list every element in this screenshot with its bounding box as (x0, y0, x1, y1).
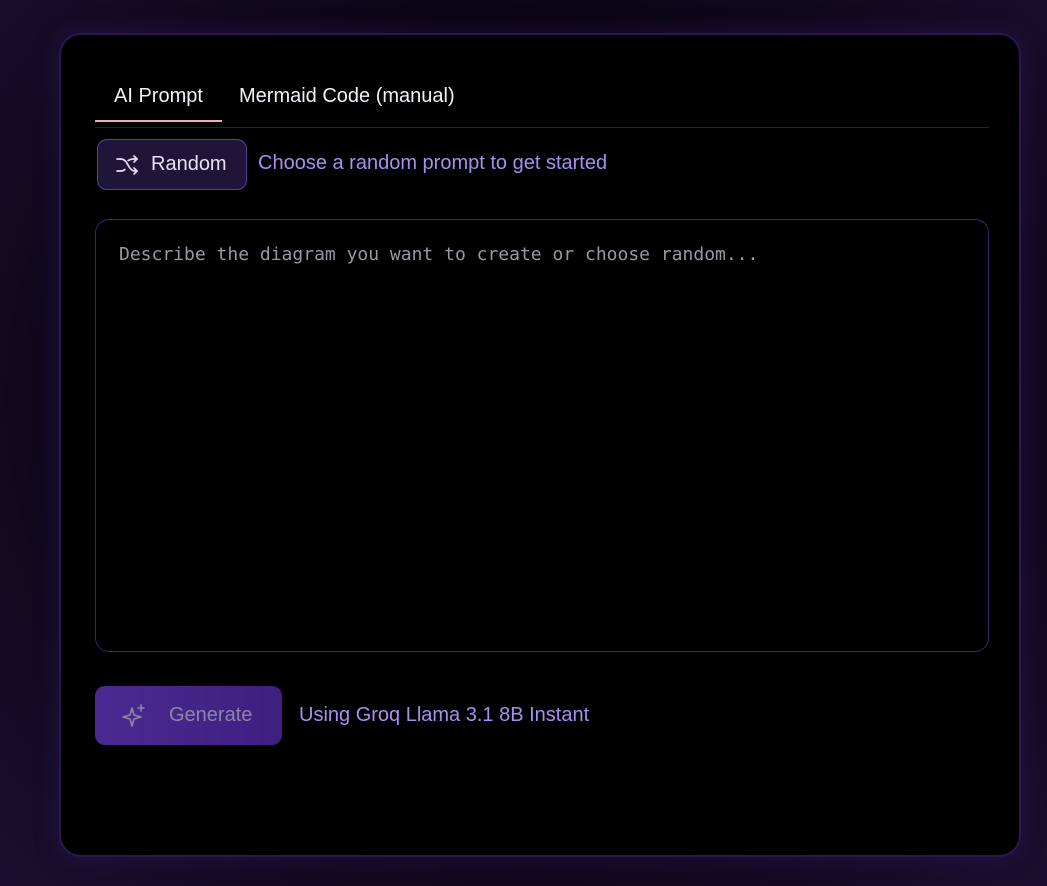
diagram-generator-panel: AI Prompt Mermaid Code (manual) Random C… (59, 33, 1021, 857)
tab-ai-prompt[interactable]: AI Prompt (114, 85, 203, 108)
tab-mermaid-code[interactable]: Mermaid Code (manual) (239, 85, 455, 108)
generate-button-label: Generate (169, 704, 253, 726)
tab-bar: AI Prompt Mermaid Code (manual) (95, 82, 989, 128)
random-button-label: Random (151, 153, 227, 175)
shuffle-icon (116, 155, 138, 175)
generate-button[interactable]: Generate (95, 686, 282, 745)
diagram-prompt-input[interactable] (95, 219, 989, 652)
model-info-text: Using Groq Llama 3.1 8B Instant (299, 704, 590, 726)
active-tab-indicator (95, 120, 222, 122)
random-button[interactable]: Random (97, 139, 247, 190)
sparkles-icon (122, 704, 145, 727)
random-hint-text: Choose a random prompt to get started (258, 152, 608, 174)
